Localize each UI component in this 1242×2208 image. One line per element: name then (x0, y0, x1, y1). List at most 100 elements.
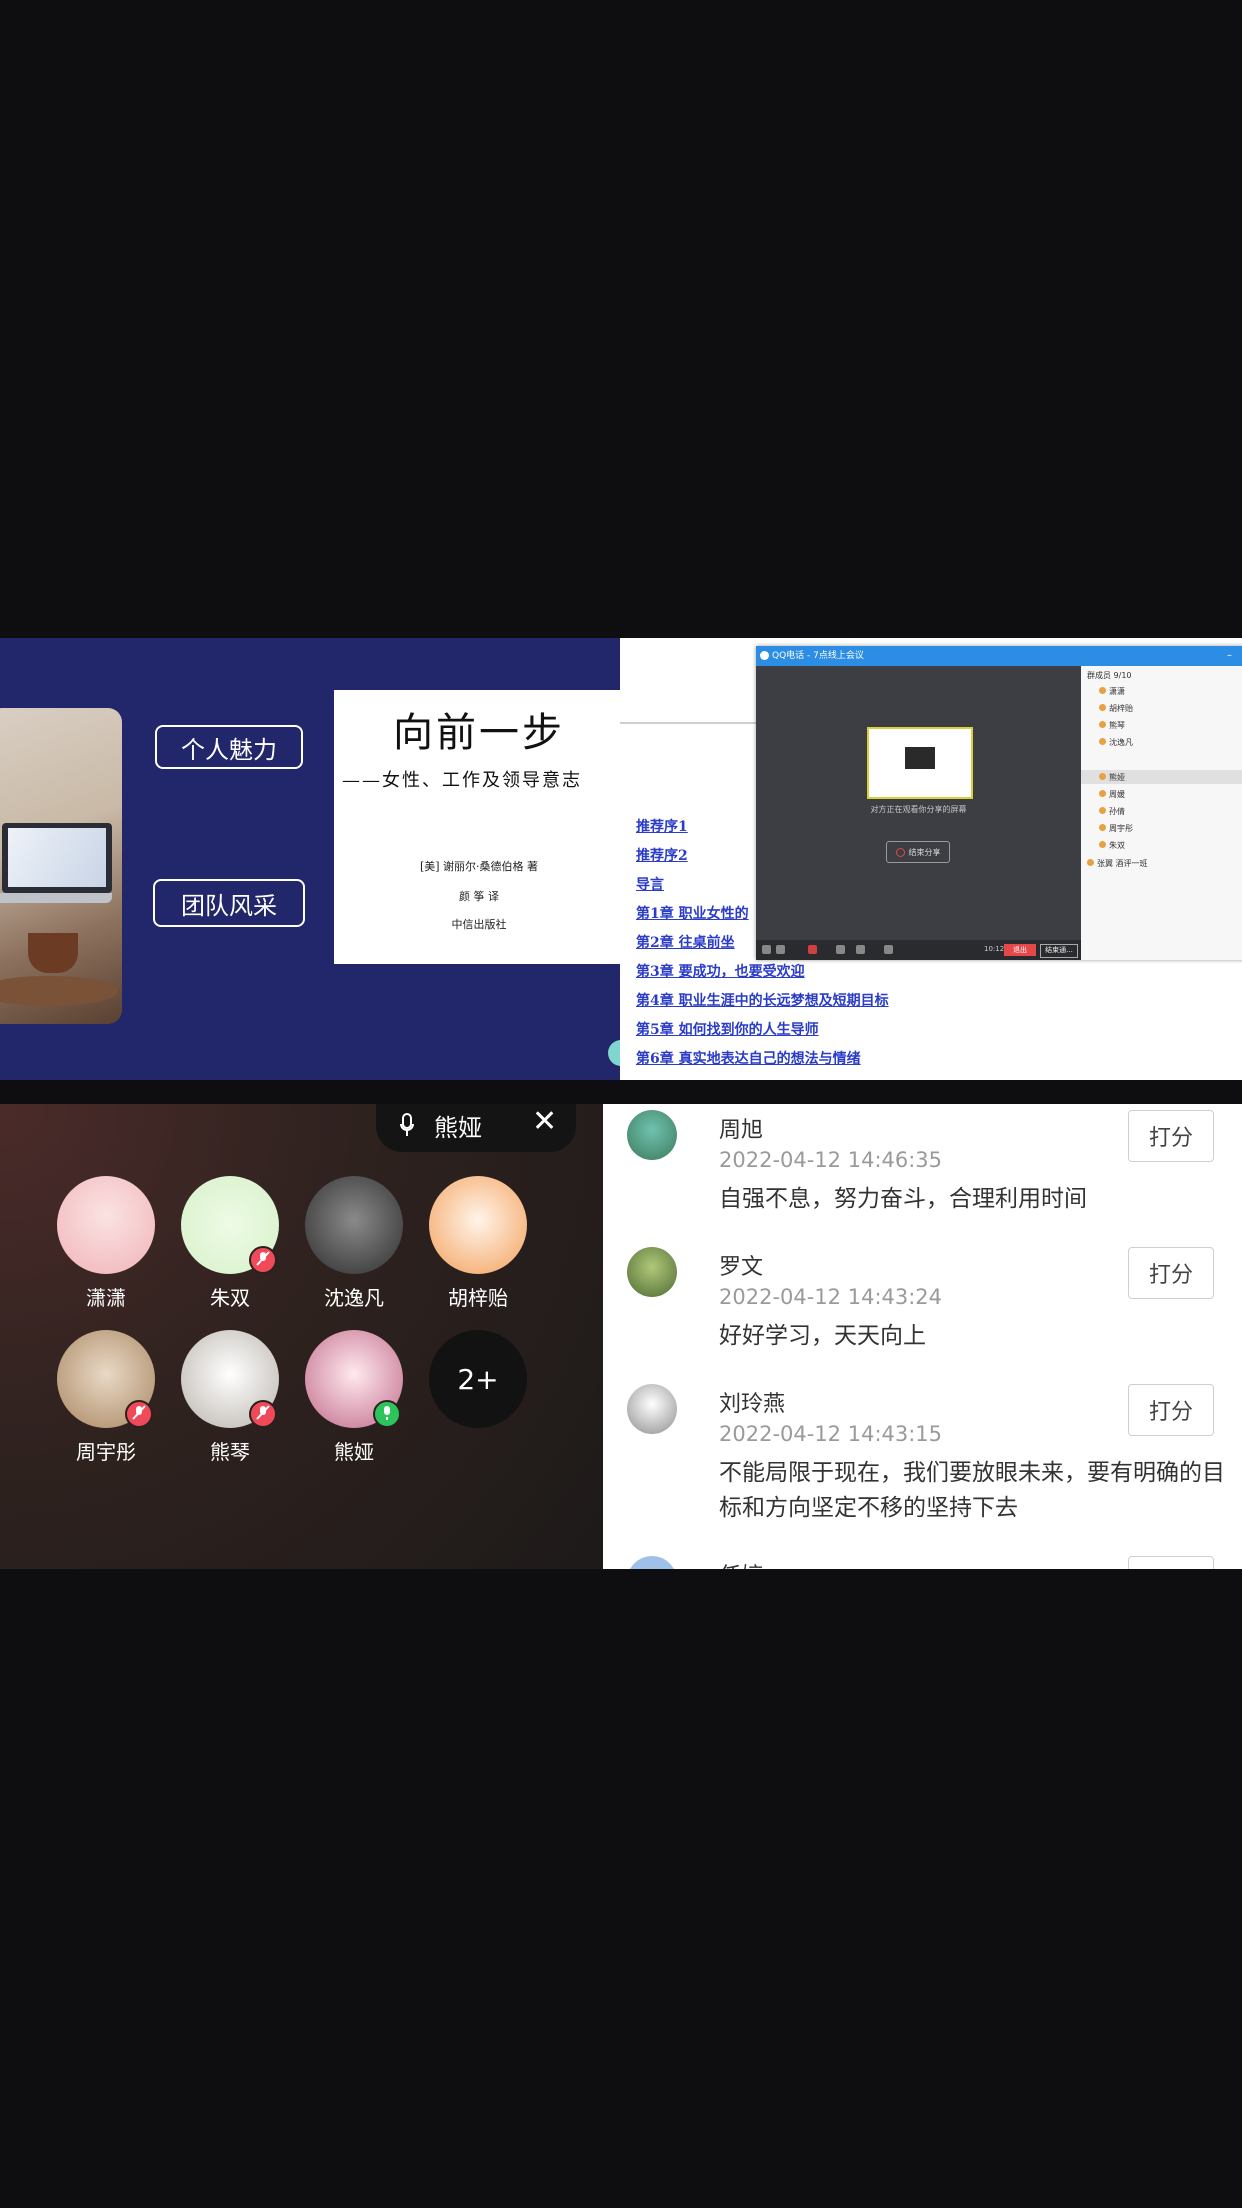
microphone-icon (400, 1113, 414, 1136)
avatar (429, 1176, 527, 1274)
member-item[interactable]: 胡梓贻 (1099, 703, 1133, 714)
camera-off-icon[interactable] (808, 945, 817, 954)
room-member[interactable]: 沈逸凡 (299, 1176, 409, 1311)
toc-link[interactable]: 第5章 如何找到你的人生导师 (636, 1019, 819, 1039)
score-button[interactable]: 打分 (1128, 1247, 1214, 1299)
room-member[interactable]: 朱双 (175, 1176, 285, 1311)
toc-link[interactable]: 推荐序1 (636, 816, 688, 836)
mic-icon[interactable] (762, 945, 771, 954)
room-member[interactable]: 周宇彤 (51, 1330, 161, 1465)
avatar (627, 1384, 677, 1434)
toc-link[interactable]: 第3章 要成功，也要受欢迎 (636, 961, 805, 981)
room-member[interactable]: 胡梓贻 (423, 1176, 533, 1311)
team-style-button[interactable]: 团队风采 (153, 879, 305, 927)
end-call-button[interactable]: 结束通... (1040, 944, 1078, 958)
mic-active-icon (373, 1400, 401, 1428)
exit-button[interactable]: 退出 (1004, 944, 1036, 956)
member-item[interactable]: 沈逸凡 (1099, 737, 1133, 748)
cafe-laptop-photo (0, 708, 122, 1024)
avatar (627, 1247, 677, 1297)
toc-link[interactable]: 第2章 往桌前坐 (636, 932, 735, 952)
decor-dot (608, 1040, 620, 1066)
book-title: 向前一步 (393, 710, 565, 756)
personal-charm-button[interactable]: 个人魅力 (155, 725, 303, 769)
comment-time: 2022-04-12 14:43:24 (719, 1285, 943, 1309)
qq-member-list: 群成员 9/10 潇潇 胡梓贻 熊琴 沈逸凡 熊娅 周媛 孙倩 周宇彤 朱双 张… (1081, 666, 1242, 960)
qq-toolbar: 10:12 退出 结束通... (756, 940, 1081, 960)
avatar (627, 1110, 677, 1160)
member-item[interactable]: 周宇彤 (1099, 823, 1133, 834)
score-button[interactable]: 打分 (1128, 1110, 1214, 1162)
qq-titlebar: QQ电话 - 7点线上会议 – (756, 646, 1242, 666)
room-member[interactable]: 熊娅 (299, 1330, 409, 1465)
avatar (305, 1176, 403, 1274)
member-name: 熊娅 (334, 1440, 374, 1464)
comment-time: 2022-04-12 14:43:15 (719, 1422, 943, 1446)
member-item[interactable]: 朱双 (1099, 840, 1125, 851)
voice-room: 熊娅 ✕ 潇潇 朱双 沈逸凡 胡梓贻 周宇彤 熊琴 熊娅 2+ (0, 1104, 603, 1569)
member-item[interactable]: 熊娅 (1099, 772, 1125, 783)
mic-muted-icon (249, 1246, 277, 1274)
qq-logo-icon (760, 651, 769, 660)
room-member[interactable]: 熊琴 (175, 1330, 285, 1465)
power-icon (895, 847, 905, 857)
comment-author: 任婷 (719, 1558, 763, 1569)
current-speaker-pill[interactable]: 熊娅 ✕ (376, 1104, 576, 1152)
member-item[interactable]: 熊琴 (1099, 720, 1125, 731)
divider (620, 722, 760, 724)
member-name: 胡梓贻 (448, 1286, 508, 1310)
member-item[interactable]: 张翼 酒评一班 (1087, 858, 1148, 869)
score-button[interactable]: 打分 (1128, 1384, 1214, 1436)
screen-share-thumbnail[interactable] (867, 727, 973, 799)
toc-link[interactable]: 第4章 职业生涯中的长远梦想及短期目标 (636, 990, 889, 1010)
qq-call-window: QQ电话 - 7点线上会议 – 对方正在观看你分享的屏幕 结束分享 10:12 … (756, 646, 1242, 960)
member-item[interactable]: 孙倩 (1099, 806, 1125, 817)
more-members-count: 2+ (429, 1330, 527, 1428)
share-caption: 对方正在观看你分享的屏幕 (870, 805, 967, 814)
mic-muted-icon (249, 1400, 277, 1428)
comment-author: 刘玲燕 (719, 1392, 786, 1417)
minimize-icon[interactable]: – (1227, 646, 1232, 666)
book-author: [美] 谢丽尔·桑德伯格 著 (419, 860, 539, 873)
member-count: 群成员 9/10 (1087, 671, 1132, 680)
comment-text: 好好学习，天天向上 (719, 1323, 926, 1349)
call-duration: 10:12 (984, 945, 1005, 953)
member-name: 潇潇 (86, 1286, 126, 1310)
toc-link[interactable]: 推荐序2 (636, 845, 688, 865)
comment-author: 周旭 (719, 1118, 764, 1143)
comment-text: 不能局限于现在，我们要放眼未来，要有明确的目标和方向坚定不移的坚持下去 (719, 1460, 1225, 1521)
toc-link[interactable]: 第6章 真实地表达自己的想法与情绪 (636, 1048, 861, 1068)
mic-muted-icon (125, 1400, 153, 1428)
qq-share-area: 对方正在观看你分享的屏幕 结束分享 (756, 666, 1081, 940)
toc-link[interactable]: 导言 (636, 874, 664, 894)
member-item[interactable]: 周媛 (1099, 789, 1125, 800)
comment-time: 2022-04-12 14:46:35 (719, 1148, 943, 1172)
speaker-icon[interactable] (776, 945, 785, 954)
comment-list: 周旭 2022-04-12 14:46:35 自强不息，努力奋斗，合理利用时间 … (603, 1104, 1242, 1569)
ebook-document: 推荐序1 推荐序2 导言 第1章 职业女性的 第2章 往桌前坐 第3章 要成功，… (620, 638, 1242, 1080)
whiteboard-icon[interactable] (856, 945, 865, 954)
member-name: 周宇彤 (76, 1440, 136, 1464)
presentation-slide: 个人魅力 团队风采 向前一步 ——女性、工作及领导意志 [美] 谢丽尔·桑德伯格… (0, 638, 620, 1080)
more-members[interactable]: 2+ (423, 1330, 533, 1428)
screen-share-icon[interactable] (836, 945, 845, 954)
qq-window-title: QQ电话 - 7点线上会议 (772, 651, 864, 661)
book-publisher: 中信出版社 (451, 918, 507, 931)
member-name: 朱双 (210, 1286, 250, 1310)
avatar (627, 1556, 677, 1569)
book-translator: 颜 筝 译 (459, 890, 499, 903)
member-name: 熊琴 (210, 1440, 250, 1464)
close-icon[interactable]: ✕ (532, 1104, 557, 1139)
more-icon[interactable] (884, 945, 893, 954)
room-member[interactable]: 潇潇 (51, 1176, 161, 1311)
comment-author: 罗文 (719, 1255, 764, 1280)
stop-share-button[interactable]: 结束分享 (886, 841, 950, 863)
avatar (57, 1176, 155, 1274)
book-cover: 向前一步 ——女性、工作及领导意志 [美] 谢丽尔·桑德伯格 著 颜 筝 译 中… (334, 690, 620, 964)
toc-link[interactable]: 第1章 职业女性的 (636, 903, 749, 923)
current-speaker-name: 熊娅 (434, 1114, 482, 1142)
score-button[interactable] (1128, 1556, 1214, 1569)
member-item[interactable]: 潇潇 (1099, 686, 1125, 697)
book-subtitle: ——女性、工作及领导意志 (342, 770, 582, 791)
member-name: 沈逸凡 (324, 1286, 384, 1310)
